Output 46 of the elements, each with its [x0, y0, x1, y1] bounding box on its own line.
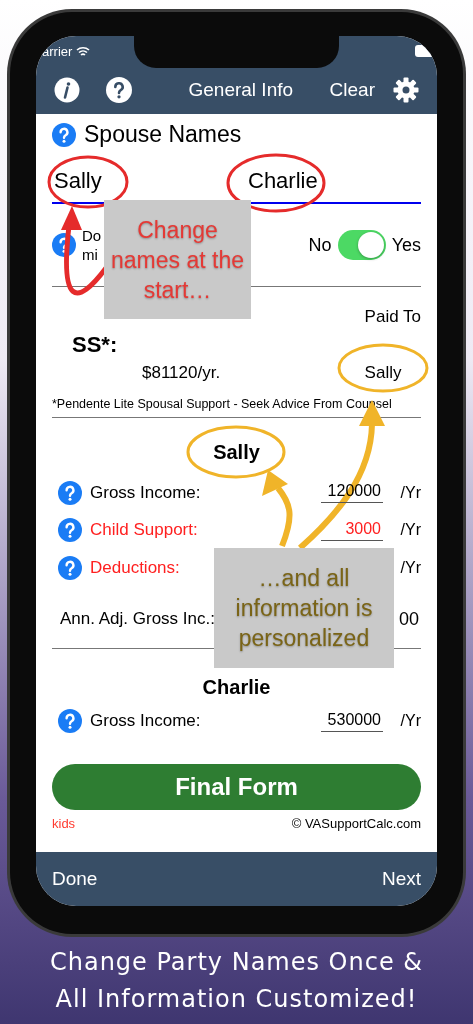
total-label: Ann. Adj. Gross Inc.: [60, 609, 215, 629]
toggle-switch[interactable] [337, 230, 386, 260]
help-icon[interactable] [52, 122, 76, 147]
field-label: Gross Income: [90, 711, 201, 732]
settings-icon[interactable] [393, 77, 419, 103]
help-icon[interactable] [106, 77, 132, 103]
support-label: SS*: [71, 332, 119, 358]
toggle-on-label: Yes [391, 234, 421, 256]
unit-label: /Yr [399, 521, 421, 540]
nav-title: General Info [187, 79, 295, 101]
callout-text: …and all information is personalized [234, 564, 374, 653]
field-label: Deductions: [90, 557, 180, 578]
help-icon[interactable] [52, 233, 76, 257]
party-name: Charlie [202, 674, 271, 700]
support-amount: $81120/yr. [142, 363, 222, 383]
kids-link[interactable]: kids [52, 816, 76, 831]
unit-label: /Yr [399, 483, 421, 502]
section-heading: Spouse Names [84, 121, 242, 148]
paid-to-label: Paid To [364, 307, 421, 327]
wifi-icon [76, 45, 91, 57]
caption-text: Change Party Names Once & All Information Customized! [49, 947, 424, 1015]
unit-label: /Yr [399, 558, 421, 577]
question-text: Do mi [82, 226, 102, 264]
final-form-button[interactable]: Final Form [52, 764, 421, 810]
name-field[interactable]: Charlie [246, 168, 408, 194]
clear-button[interactable]: Clear [329, 79, 375, 101]
party-name: Sally [213, 440, 260, 465]
callout-text: Change names at the start… [110, 215, 245, 305]
amount-field[interactable]: 530000 [321, 710, 383, 732]
copyright-text: © VASupportCalc.com [291, 816, 421, 831]
info-icon[interactable] [54, 77, 80, 103]
help-icon[interactable] [58, 709, 82, 734]
help-icon[interactable] [58, 555, 82, 580]
field-label: Child Support: [90, 520, 198, 541]
unit-label: /Yr [399, 712, 421, 731]
name-field[interactable]: Sally [52, 168, 246, 194]
field-label: Gross Income: [90, 482, 201, 503]
next-button[interactable]: Next [381, 868, 421, 890]
toggle-off-label: No [308, 234, 332, 256]
done-button[interactable]: Done [52, 868, 98, 890]
paid-to-name: Sally [364, 363, 403, 383]
help-icon[interactable] [58, 518, 82, 543]
carrier-label: arrier [42, 43, 91, 59]
total-value: 00 [398, 608, 419, 630]
amount-field[interactable]: 3000 [321, 519, 383, 541]
help-icon[interactable] [58, 480, 82, 505]
